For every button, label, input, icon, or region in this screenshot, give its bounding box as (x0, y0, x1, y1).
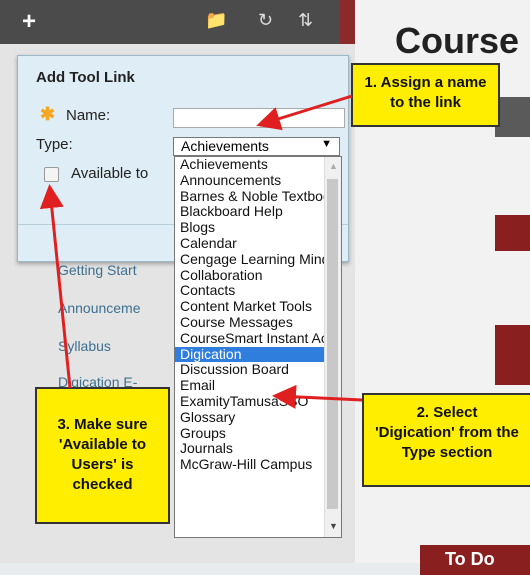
callout-available-checked: 3. Make sure 'Available to Users' is che… (35, 387, 170, 524)
type-option[interactable]: Blogs (175, 220, 325, 236)
callout-line: 2. Select (416, 404, 478, 421)
callout-line: 1. Assign a name (364, 74, 487, 91)
name-label: Name: (66, 107, 111, 124)
type-option[interactable]: ExamityTamusaSSO (175, 394, 325, 410)
type-option[interactable]: Digication (175, 346, 325, 363)
available-label: Available to (71, 165, 149, 182)
type-option[interactable]: Content Market Tools (175, 299, 325, 315)
callout-line: Type section (401, 444, 493, 461)
menu-link-getting-started[interactable]: Getting Start (58, 262, 137, 278)
refresh-icon[interactable]: ↻ (258, 10, 273, 31)
required-star-icon: ✱ (40, 104, 56, 124)
type-option[interactable]: Journals (175, 441, 325, 457)
callout-assign-name: 1. Assign a name to the link (351, 63, 500, 127)
scroll-down-icon[interactable]: ▼ (329, 521, 338, 531)
type-option[interactable]: McGraw-Hill Campus (175, 457, 325, 473)
content-header-bar (495, 97, 530, 137)
add-menu-item-button[interactable]: + (22, 8, 36, 36)
todo-module-header: To Do (420, 545, 530, 575)
dialog-title: Add Tool Link (36, 69, 135, 86)
dropdown-scrollbar[interactable]: ▲ ▼ (324, 157, 341, 537)
type-option[interactable]: Discussion Board (175, 362, 325, 378)
menu-link-syllabus[interactable]: Syllabus (58, 338, 111, 354)
type-option[interactable]: Course Messages (175, 315, 325, 331)
type-option[interactable]: Groups (175, 426, 325, 442)
callout-line: 'Digication' from the (375, 424, 519, 441)
type-label: Type: (36, 136, 73, 153)
callout-line: checked (72, 476, 133, 493)
type-option[interactable]: Collaboration (175, 268, 325, 284)
scrollbar-thumb[interactable] (327, 179, 338, 509)
todo-label: To Do (445, 549, 495, 569)
type-option[interactable]: CourseSmart Instant Access Tool (175, 331, 325, 347)
type-option[interactable]: Calendar (175, 236, 325, 252)
callout-line: to the link (390, 94, 461, 111)
type-option[interactable]: Announcements (175, 173, 325, 189)
type-option[interactable]: Glossary (175, 410, 325, 426)
type-option[interactable]: Blackboard Help (175, 204, 325, 220)
callout-select-digication: 2. Select 'Digication' from the Type sec… (362, 393, 530, 487)
callout-line: 3. Make sure (57, 416, 148, 433)
type-option[interactable]: Contacts (175, 283, 325, 299)
scroll-up-icon[interactable]: ▲ (329, 161, 338, 171)
course-menu-toolbar: + 📁 ↻ ⇅ (0, 0, 355, 44)
type-dropdown-list[interactable]: Achievements Announcements Barnes & Noble … (174, 156, 342, 538)
caret-down-icon[interactable]: ▼ (321, 138, 332, 150)
page-title: Course (395, 20, 520, 61)
type-select-value: Achievements (181, 138, 269, 154)
type-option[interactable]: Cengage Learning MindLinks™ Tools (175, 252, 325, 268)
folder-icon[interactable]: 📁 (205, 10, 227, 31)
callout-line: 'Available to (58, 436, 147, 453)
toolbar-divider (340, 0, 355, 44)
type-select[interactable]: Achievements ▼ (173, 137, 340, 156)
type-option[interactable]: Email (175, 378, 325, 394)
name-input[interactable] (173, 108, 345, 128)
module-header-bar (495, 325, 530, 385)
type-option[interactable]: Achievements (175, 157, 325, 173)
available-to-users-checkbox[interactable] (44, 167, 59, 182)
menu-link-announcements[interactable]: Announceme (58, 300, 141, 316)
module-header-bar (495, 215, 530, 251)
sort-icon[interactable]: ⇅ (298, 10, 313, 31)
type-option[interactable]: Barnes & Noble Textbook Tool (175, 189, 325, 205)
callout-line: Users' is (71, 456, 134, 473)
